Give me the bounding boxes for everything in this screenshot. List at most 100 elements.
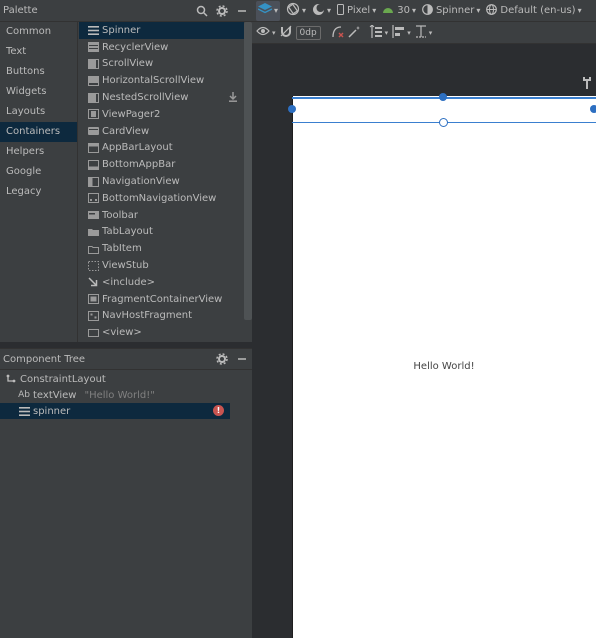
gear-icon[interactable] [212, 1, 232, 21]
search-icon[interactable] [192, 1, 212, 21]
download-icon[interactable] [228, 92, 238, 105]
design-toolbar: ▾ ▾ ▾ Pixel ▾ 30 ▾ Spinner ▾ Default (en… [252, 0, 596, 22]
category-widgets[interactable]: Widgets [0, 82, 77, 102]
viewstub-icon [87, 260, 99, 272]
palette-item-scrollview[interactable]: ScrollView [79, 56, 244, 73]
palette-item-label: Toolbar [102, 209, 139, 221]
palette-item-tabitem[interactable]: TabItem [79, 240, 244, 257]
palette-header: Palette [0, 0, 252, 22]
category-google[interactable]: Google [0, 162, 77, 182]
resize-handle-left[interactable] [288, 105, 296, 113]
tab-item-icon [87, 243, 99, 255]
night-mode-icon [312, 3, 325, 19]
palette-item-viewpager2[interactable]: ViewPager2 [79, 106, 244, 123]
component-tree-header: Component Tree [0, 348, 252, 370]
palette-item-label: RecyclerView [102, 41, 169, 53]
palette-item-toolbar[interactable]: Toolbar [79, 207, 244, 224]
palette-item-bottomnavigationview[interactable]: BottomNavigationView [79, 190, 244, 207]
pack-button[interactable]: ▾ [369, 23, 388, 42]
include-icon [87, 276, 99, 288]
align-button[interactable]: ▾ [392, 24, 411, 42]
phone-icon [337, 3, 345, 18]
clear-constraints-button[interactable] [331, 24, 344, 42]
guidelines-button[interactable]: ▾ [415, 24, 433, 42]
infer-constraints-button[interactable] [348, 24, 361, 42]
palette-item-tablayout[interactable]: TabLayout [79, 224, 244, 241]
hello-world-textview[interactable]: Hello World! [292, 361, 596, 372]
chevron-down-icon: ▾ [372, 6, 377, 15]
palette-item-navhostfragment[interactable]: NavHostFragment [79, 308, 244, 325]
palette-item-cardview[interactable]: CardView [79, 123, 244, 140]
tree-node-label: ConstraintLayout [20, 373, 106, 385]
design-surface-button[interactable]: ▾ [256, 0, 281, 21]
palette-item-recyclerview[interactable]: RecyclerView [79, 39, 244, 56]
component-tree: ConstraintLayout Ab textView "Hello Worl… [0, 370, 252, 638]
chevron-down-icon: ▾ [272, 28, 276, 37]
margin-value: 0dp [295, 25, 321, 40]
palette-item-navigationview[interactable]: NavigationView [79, 173, 244, 190]
wrench-icon[interactable] [582, 77, 592, 92]
left-pane: Palette Common Text Buttons Widgets Layo… [0, 0, 252, 638]
palette-item-appbarlayout[interactable]: AppBarLayout [79, 140, 244, 157]
palette-item-bottomappbar[interactable]: BottomAppBar [79, 156, 244, 173]
palette-item-include[interactable]: <include> [79, 274, 244, 291]
magnet-off-icon [280, 25, 292, 40]
resize-handle-right[interactable] [590, 105, 596, 113]
category-common[interactable]: Common [0, 22, 77, 42]
palette-scrollbar[interactable] [244, 22, 252, 320]
orientation-button[interactable]: ▾ [286, 1, 306, 21]
list-icon [87, 58, 99, 70]
resize-handle-top[interactable] [439, 93, 447, 101]
theme-selector[interactable]: Spinner ▾ [422, 1, 480, 21]
palette-item-label: ViewPager2 [102, 108, 161, 120]
gear-icon[interactable] [212, 349, 232, 369]
palette-item-label: NavigationView [102, 176, 180, 188]
category-buttons[interactable]: Buttons [0, 62, 77, 82]
minimize-icon[interactable] [232, 1, 252, 21]
locale-selector[interactable]: Default (en-us) ▾ [486, 1, 582, 21]
list-icon [87, 41, 99, 53]
layers-icon [257, 3, 273, 18]
palette-item-label: HorizontalScrollView [102, 75, 205, 87]
palette-item-view[interactable]: <view> [79, 324, 244, 341]
bottom-navigation-icon [87, 192, 99, 204]
category-text[interactable]: Text [0, 42, 77, 62]
palette-item-label: TabItem [102, 243, 142, 255]
tree-node-spinner[interactable]: spinner ! [0, 403, 230, 419]
constraint-anchor-bottom[interactable] [439, 118, 448, 127]
palette-item-horizontalscrollview[interactable]: HorizontalScrollView [79, 72, 244, 89]
night-mode-button[interactable]: ▾ [312, 1, 331, 21]
category-helpers[interactable]: Helpers [0, 142, 77, 162]
minimize-icon[interactable] [232, 349, 252, 369]
autoconnect-button[interactable] [280, 24, 292, 42]
clear-constraints-icon [331, 25, 344, 41]
tree-node-textview[interactable]: Ab textView "Hello World!" [0, 387, 230, 403]
globe-icon [486, 3, 498, 18]
component-tree-title: Component Tree [3, 353, 86, 365]
palette-item-fragmentcontainerview[interactable]: FragmentContainerView [79, 291, 244, 308]
palette-item-label: ScrollView [102, 58, 154, 70]
palette-item-viewstub[interactable]: ViewStub [79, 257, 244, 274]
palette-item-nestedscrollview[interactable]: NestedScrollView [79, 89, 244, 106]
view-options-button[interactable]: ▾ [256, 24, 276, 42]
category-legacy[interactable]: Legacy [0, 182, 77, 202]
device-selector[interactable]: Pixel ▾ [337, 1, 376, 21]
pack-icon [369, 23, 383, 41]
category-layouts[interactable]: Layouts [0, 102, 77, 122]
default-margins-button[interactable]: 0dp [295, 24, 321, 42]
palette-item-label: BottomAppBar [102, 159, 176, 171]
tree-node-constraintlayout[interactable]: ConstraintLayout [0, 371, 230, 387]
error-icon[interactable]: ! [213, 405, 224, 416]
viewpager-icon [87, 108, 99, 120]
palette-item-label: <view> [102, 327, 142, 339]
chevron-down-icon: ▾ [274, 6, 279, 15]
palette-title: Palette [3, 5, 38, 16]
chevron-down-icon: ▾ [411, 6, 416, 15]
chevron-down-icon: ▾ [428, 28, 433, 37]
category-containers[interactable]: Containers [0, 122, 77, 142]
api-selector[interactable]: 30 ▾ [382, 1, 416, 21]
palette-item-spinner[interactable]: Spinner [79, 22, 244, 39]
magic-wand-icon [348, 25, 361, 41]
palette-item-label: NavHostFragment [102, 310, 193, 322]
align-icon [392, 24, 405, 41]
